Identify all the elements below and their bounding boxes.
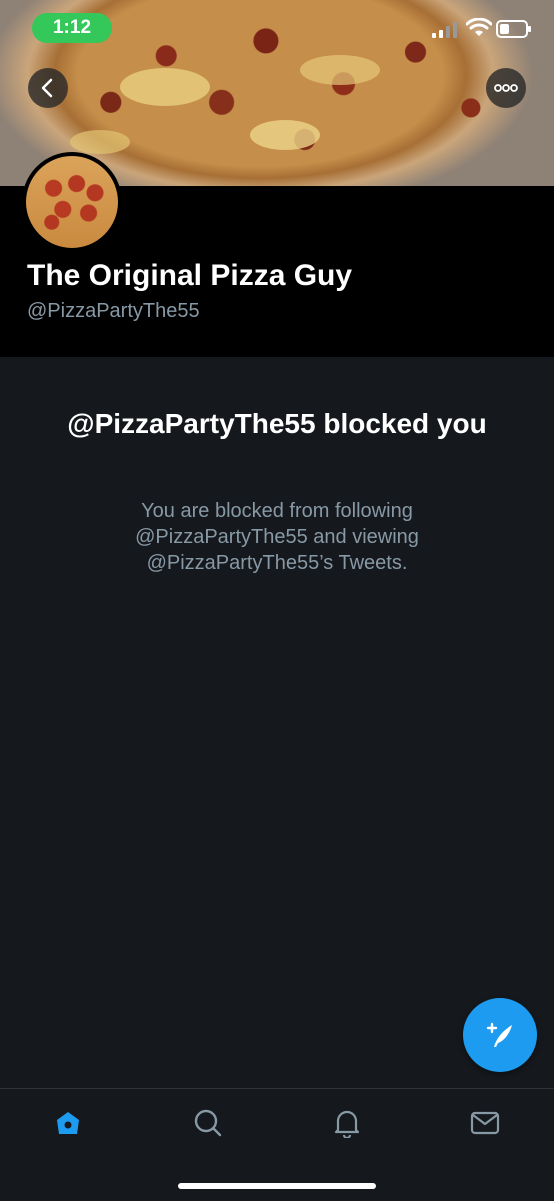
status-time: 1:12: [32, 13, 112, 43]
profile-display-name: The Original Pizza Guy: [27, 259, 353, 292]
home-indicator[interactable]: [178, 1183, 376, 1189]
search-icon: [194, 1109, 222, 1137]
profile-handle: @PizzaPartyThe55: [27, 300, 200, 322]
tab-search[interactable]: [188, 1103, 228, 1143]
blocked-message: You are blocked from following @PizzaPar…: [135, 500, 419, 574]
compose-tweet-icon: [486, 1022, 512, 1047]
compose-tweet-button[interactable]: [463, 998, 537, 1072]
mail-icon: [470, 1111, 500, 1135]
more-options-button[interactable]: [486, 68, 526, 108]
more-horizontal-icon: [494, 84, 518, 92]
blocked-title: @PizzaPartyThe55 blocked you: [67, 408, 487, 439]
wifi-icon: [466, 18, 492, 36]
home-icon: [57, 1112, 79, 1134]
status-bar: 1:12: [0, 0, 554, 50]
battery-icon: [496, 20, 531, 38]
back-button[interactable]: [28, 68, 68, 108]
chevron-left-icon: [41, 78, 53, 98]
cellular-signal-icon: [432, 22, 457, 38]
tab-messages[interactable]: [465, 1103, 505, 1143]
avatar[interactable]: [22, 152, 122, 252]
bell-icon: [334, 1110, 360, 1138]
tab-notifications[interactable]: [327, 1103, 367, 1143]
tab-home[interactable]: [48, 1103, 88, 1143]
